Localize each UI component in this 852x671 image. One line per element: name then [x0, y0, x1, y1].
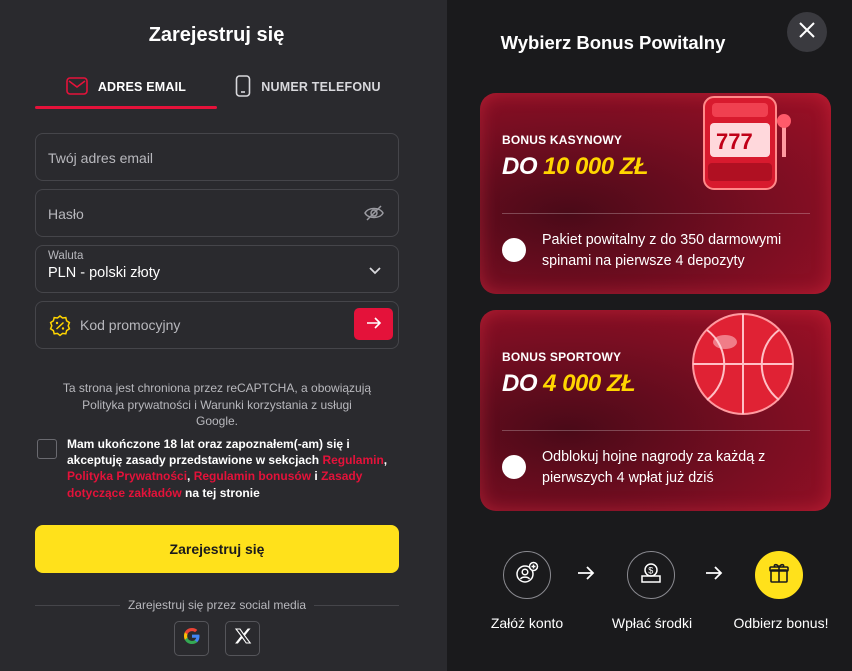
- slot-machine-icon: 777: [690, 87, 805, 204]
- coin-deposit-icon: $: [639, 561, 663, 590]
- phone-icon: [235, 74, 251, 100]
- close-button[interactable]: [787, 12, 827, 52]
- gift-icon: [768, 562, 790, 589]
- amount-prefix: DO: [502, 370, 544, 397]
- social-label: Zarejestruj się przez social media: [127, 598, 307, 612]
- step-label: Załóż konto: [490, 615, 564, 631]
- bonus-description: Odblokuj hojne nagrody za każdą z pierws…: [542, 449, 766, 486]
- bonus-description: Pakiet powitalny z do 350 darmowymi spin…: [542, 232, 782, 269]
- step-label: Wpłać środki: [611, 615, 693, 631]
- step-claim-bonus: [755, 551, 803, 599]
- link-privacy-policy[interactable]: Polityka Prywatności: [67, 469, 187, 483]
- password-placeholder: Hasło: [48, 206, 84, 222]
- casino-bonus-card[interactable]: BONUS KASYNOWY DO 10 000 ZŁ 777 Pakiet p…: [480, 93, 831, 294]
- x-logo-icon: [234, 627, 252, 650]
- divider-line: [35, 604, 120, 606]
- bonus-label: BONUS SPORTOWY: [502, 350, 622, 364]
- arrow-right-icon: [366, 316, 382, 332]
- bonus-panel: Wybierz Bonus Powitalny BONUS KASYNOWY D…: [447, 0, 852, 671]
- bonus-label: BONUS KASYNOWY: [502, 133, 623, 147]
- terms-part: Mam ukończone 18 lat oraz zapoznałem(-am…: [67, 437, 350, 468]
- basketball-icon: [685, 312, 803, 429]
- social-divider: Zarejestruj się przez social media: [35, 598, 400, 612]
- terms-part: ,: [383, 453, 388, 468]
- user-add-icon: [515, 561, 539, 590]
- link-bonus-rules[interactable]: Regulamin bonusów: [194, 469, 311, 483]
- email-placeholder: Twój adres email: [48, 150, 154, 166]
- chevron-down-icon: [368, 263, 382, 279]
- currency-select[interactable]: Waluta PLN - polski złoty: [35, 245, 399, 293]
- tab-email[interactable]: ADRES EMAIL: [35, 66, 217, 108]
- google-signup-button[interactable]: [174, 621, 209, 656]
- casino-bonus-radio[interactable]: [502, 238, 526, 262]
- bonus-amount: DO 4 000 ZŁ: [502, 370, 636, 398]
- discount-icon: [48, 314, 72, 341]
- currency-value: PLN - polski złoty: [48, 265, 161, 281]
- email-field[interactable]: Twój adres email: [35, 133, 399, 181]
- eye-off-icon[interactable]: [364, 204, 384, 225]
- recaptcha-notice: Ta strona jest chroniona przez reCAPTCHA…: [62, 381, 372, 428]
- svg-text:$: $: [648, 565, 653, 575]
- amount-value: 10 000 ZŁ: [543, 153, 649, 180]
- registration-panel: Zarejestruj się ADRES EMAIL NUMER TELEFO…: [0, 0, 447, 671]
- mail-icon: [66, 76, 88, 98]
- bonus-amount: DO 10 000 ZŁ: [502, 153, 649, 181]
- card-separator: [502, 430, 810, 431]
- sports-bonus-card[interactable]: BONUS SPORTOWY DO 4 000 ZŁ Odblokuj hojn…: [480, 310, 831, 511]
- promo-placeholder: Kod promocyjny: [80, 317, 181, 333]
- active-tab-underline: [35, 106, 217, 109]
- terms-part: ,: [187, 469, 194, 484]
- link-regulamin[interactable]: Regulamin: [322, 453, 383, 467]
- bonus-panel-title: Wybierz Bonus Powitalny: [500, 32, 726, 53]
- terms-text: Mam ukończone 18 lat oraz zapoznałem(-am…: [67, 436, 397, 501]
- amount-value: 4 000 ZŁ: [543, 370, 636, 397]
- terms-checkbox[interactable]: [37, 439, 57, 459]
- arrow-right-icon: [577, 566, 595, 585]
- close-icon: [798, 21, 816, 44]
- step-create-account: [503, 551, 551, 599]
- card-separator: [502, 213, 810, 214]
- promo-submit-button[interactable]: [354, 308, 393, 340]
- svg-text:777: 777: [716, 129, 753, 154]
- terms-part: na tej stronie: [181, 485, 260, 500]
- step-label: Odbierz bonus!: [733, 615, 829, 631]
- currency-label: Waluta: [48, 250, 84, 262]
- amount-prefix: DO: [502, 153, 544, 180]
- divider-line: [314, 604, 400, 606]
- tab-email-label: ADRES EMAIL: [97, 80, 187, 94]
- registration-title: Zarejestruj się: [148, 24, 285, 46]
- password-field[interactable]: Hasło: [35, 189, 399, 237]
- tab-phone-label: NUMER TELEFONU: [261, 80, 381, 94]
- google-icon: [182, 626, 202, 651]
- step-deposit: $: [627, 551, 675, 599]
- register-button[interactable]: Zarejestruj się: [35, 525, 399, 573]
- registration-tabs: ADRES EMAIL NUMER TELEFONU: [35, 66, 399, 108]
- terms-part: i: [311, 469, 322, 484]
- tab-phone[interactable]: NUMER TELEFONU: [217, 66, 399, 108]
- arrow-right-icon: [705, 566, 723, 585]
- x-signup-button[interactable]: [225, 621, 260, 656]
- sports-bonus-radio[interactable]: [502, 455, 526, 479]
- promo-code-field[interactable]: Kod promocyjny: [35, 301, 399, 349]
